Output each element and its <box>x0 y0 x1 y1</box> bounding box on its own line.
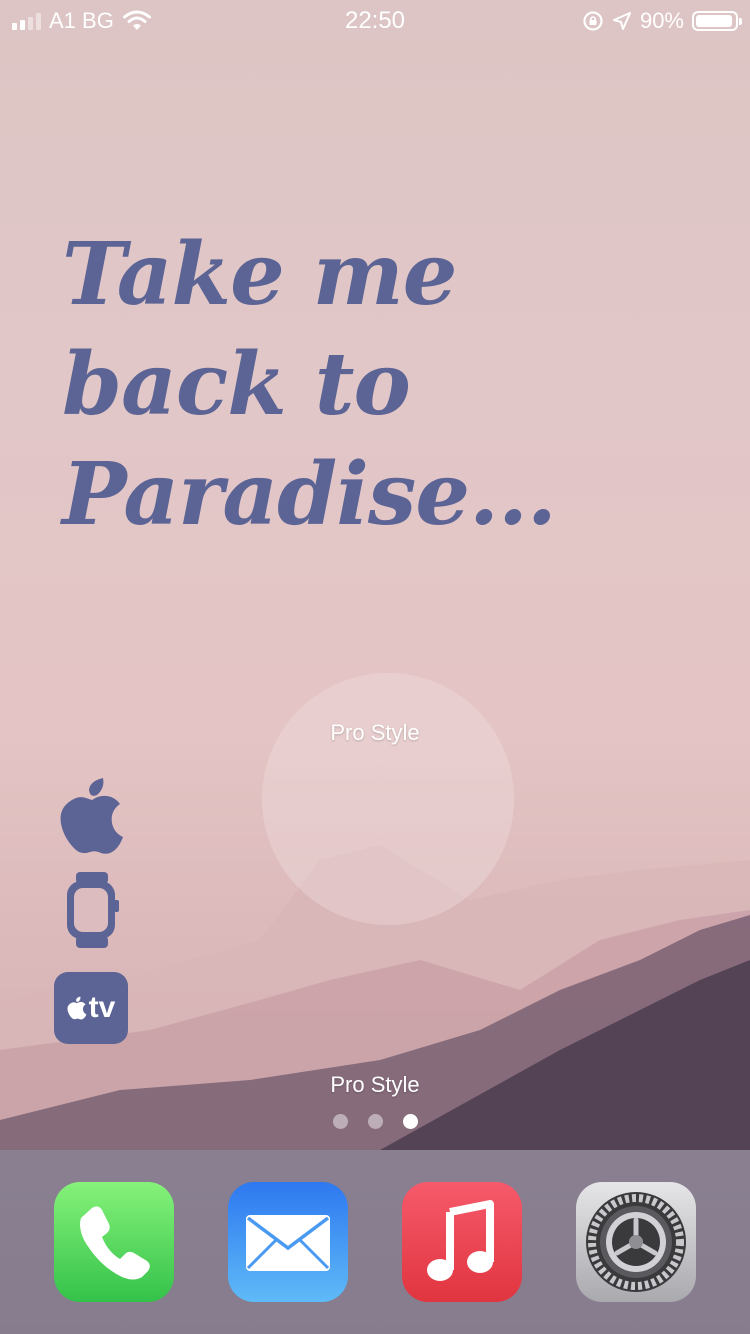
status-right: 90% <box>582 8 742 34</box>
phone-app-icon[interactable] <box>54 1182 174 1302</box>
music-icon <box>427 1200 494 1281</box>
mail-app-icon[interactable] <box>228 1182 348 1302</box>
apple-icon[interactable] <box>56 778 128 854</box>
apple-logo-icon <box>67 996 87 1020</box>
page-indicator[interactable] <box>0 1114 750 1129</box>
battery-icon <box>692 11 742 31</box>
widget-label: Pro Style <box>330 1072 420 1097</box>
quote-line: Paradise... <box>62 444 557 545</box>
wallpaper <box>0 845 750 1150</box>
mail-icon <box>246 1215 330 1271</box>
phone-icon <box>80 1206 150 1280</box>
widget-label: Pro Style <box>330 720 420 745</box>
tv-app-icon[interactable]: tv <box>54 972 128 1044</box>
battery-percent: 90% <box>639 8 684 33</box>
wallpaper-quote: Take me back to Paradise... <box>62 220 557 550</box>
orientation-lock-icon <box>583 11 603 31</box>
quote-line: Take me <box>62 224 457 325</box>
status-bar: A1 BG 22:50 90% <box>0 0 750 40</box>
quote-line: back to <box>62 334 411 435</box>
music-app-icon[interactable] <box>402 1182 522 1302</box>
page-dot[interactable] <box>367 1114 383 1129</box>
settings-app-icon[interactable] <box>576 1182 696 1302</box>
location-icon <box>612 12 631 30</box>
tv-label: tv <box>88 991 116 1024</box>
moon-widget[interactable] <box>262 673 514 925</box>
page-dot-active[interactable] <box>402 1114 418 1129</box>
page-dot[interactable] <box>332 1114 348 1129</box>
settings-icon <box>586 1192 686 1292</box>
watch-icon[interactable] <box>56 872 128 948</box>
